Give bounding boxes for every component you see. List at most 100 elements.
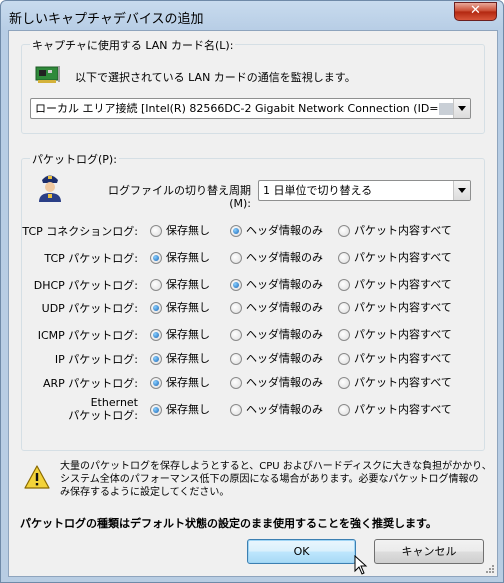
radio-button-icon[interactable] bbox=[150, 279, 162, 291]
log-option-radio[interactable]: 保存無し bbox=[150, 224, 210, 238]
log-option-label: ヘッダ情報のみ bbox=[246, 376, 323, 389]
log-option-label: パケット内容すべて bbox=[354, 278, 452, 291]
log-option-label: 保存無し bbox=[166, 278, 210, 291]
log-option-label: 保存無し bbox=[166, 328, 210, 341]
log-option-label: 保存無し bbox=[166, 251, 210, 264]
cancel-button[interactable]: キャンセル bbox=[374, 539, 484, 564]
chevron-down-icon[interactable] bbox=[453, 181, 470, 200]
log-option-radio[interactable]: ヘッダ情報のみ bbox=[230, 352, 323, 366]
log-row-label: Ethernet パケットログ: bbox=[19, 396, 138, 422]
log-option-radio[interactable]: 保存無し bbox=[150, 251, 210, 265]
log-option-label: パケット内容すべて bbox=[354, 251, 452, 264]
warning-text-line-2: システム全体のパフォーマンス低下の原因になる場合があります。必要なパケットログ情… bbox=[60, 474, 479, 485]
window-title: 新しいキャプチャデバイスの追加 bbox=[9, 12, 204, 27]
close-button[interactable]: ✕ bbox=[454, 2, 497, 21]
log-option-label: ヘッダ情報のみ bbox=[246, 251, 323, 264]
radio-button-icon[interactable] bbox=[230, 302, 242, 314]
log-option-label: ヘッダ情報のみ bbox=[246, 301, 323, 314]
radio-button-icon[interactable] bbox=[338, 404, 350, 416]
radio-button-icon[interactable] bbox=[230, 329, 242, 341]
ok-button[interactable]: OK bbox=[247, 539, 356, 564]
log-row-label: ARP パケットログ: bbox=[42, 377, 138, 390]
log-option-radio[interactable]: パケット内容すべて bbox=[338, 251, 452, 265]
radio-button-icon[interactable] bbox=[230, 225, 242, 237]
rotation-select[interactable]: 1 日単位で切り替える bbox=[258, 180, 471, 201]
radio-button-icon[interactable] bbox=[338, 279, 350, 291]
log-option-label: ヘッダ情報のみ bbox=[246, 278, 323, 291]
police-officer-icon bbox=[39, 175, 61, 202]
radio-button-icon[interactable] bbox=[338, 377, 350, 389]
radio-button-icon[interactable] bbox=[150, 377, 162, 389]
log-option-label: パケット内容すべて bbox=[354, 301, 452, 314]
radio-button-icon[interactable] bbox=[150, 302, 162, 314]
radio-button-icon[interactable] bbox=[150, 329, 162, 341]
log-option-label: 保存無し bbox=[166, 376, 210, 389]
log-row-label: IP パケットログ: bbox=[54, 353, 138, 366]
radio-button-icon[interactable] bbox=[338, 329, 350, 341]
close-icon: ✕ bbox=[470, 3, 481, 18]
log-option-radio[interactable]: パケット内容すべて bbox=[338, 301, 452, 315]
log-option-label: ヘッダ情報のみ bbox=[246, 328, 323, 341]
log-option-radio[interactable]: 保存無し bbox=[150, 403, 210, 417]
log-option-radio[interactable]: パケット内容すべて bbox=[338, 278, 452, 292]
lan-monitor-description: 以下で選択されている LAN カードの通信を監視します。 bbox=[75, 71, 356, 84]
radio-button-icon[interactable] bbox=[230, 353, 242, 365]
radio-button-icon[interactable] bbox=[338, 353, 350, 365]
radio-button-icon[interactable] bbox=[150, 353, 162, 365]
log-option-radio[interactable]: 保存無し bbox=[150, 278, 210, 292]
radio-button-icon[interactable] bbox=[150, 225, 162, 237]
log-row-label: TCP パケットログ: bbox=[44, 252, 138, 265]
log-option-label: ヘッダ情報のみ bbox=[246, 403, 323, 416]
ok-button-label: OK bbox=[293, 545, 310, 558]
log-option-radio[interactable]: ヘッダ情報のみ bbox=[230, 301, 323, 315]
log-option-label: 保存無し bbox=[166, 352, 210, 365]
log-option-radio[interactable]: ヘッダ情報のみ bbox=[230, 278, 323, 292]
lan-card-group-legend: キャプチャに使用する LAN カード名(L): bbox=[30, 37, 236, 53]
log-option-radio[interactable]: ヘッダ情報のみ bbox=[230, 328, 323, 342]
log-option-radio[interactable]: 保存無し bbox=[150, 328, 210, 342]
radio-button-icon[interactable] bbox=[230, 404, 242, 416]
packet-log-group-legend: パケットログ(P): bbox=[30, 151, 119, 167]
log-option-radio[interactable]: パケット内容すべて bbox=[338, 224, 452, 238]
log-option-label: 保存無し bbox=[166, 224, 210, 237]
log-row-label-line-2: パケットログ: bbox=[68, 409, 138, 422]
radio-button-icon[interactable] bbox=[150, 404, 162, 416]
log-option-radio[interactable]: ヘッダ情報のみ bbox=[230, 224, 323, 238]
mouse-cursor-icon bbox=[354, 555, 368, 575]
log-option-label: パケット内容すべて bbox=[354, 376, 452, 389]
title-bar[interactable]: 新しいキャプチャデバイスの追加 ✕ bbox=[1, 1, 503, 31]
resize-grip-icon[interactable] bbox=[485, 564, 495, 574]
radio-button-icon[interactable] bbox=[230, 252, 242, 264]
log-option-radio[interactable]: 保存無し bbox=[150, 301, 210, 315]
recommendation-text: パケットログの種類はデフォルト状態の設定のまま使用することを強く推奨します。 bbox=[20, 517, 437, 530]
log-row-label: TCP コネクションログ: bbox=[22, 225, 138, 238]
radio-button-icon[interactable] bbox=[338, 225, 350, 237]
log-row-label: UDP パケットログ: bbox=[41, 302, 138, 315]
radio-button-icon[interactable] bbox=[338, 302, 350, 314]
chevron-down-icon[interactable] bbox=[453, 99, 470, 118]
log-option-radio[interactable]: パケット内容すべて bbox=[338, 376, 452, 390]
radio-button-icon[interactable] bbox=[150, 252, 162, 264]
radio-button-icon[interactable] bbox=[230, 279, 242, 291]
log-option-label: 保存無し bbox=[166, 403, 210, 416]
log-option-label: パケット内容すべて bbox=[354, 224, 452, 237]
log-option-radio[interactable]: パケット内容すべて bbox=[338, 328, 452, 342]
warning-text-line-1: 大量のパケットログを保存しようとすると、CPU およびハードディスクに大きな負担… bbox=[60, 461, 492, 472]
log-option-radio[interactable]: ヘッダ情報のみ bbox=[230, 251, 323, 265]
radio-button-icon[interactable] bbox=[338, 252, 350, 264]
log-row-label-line-1: Ethernet bbox=[90, 396, 138, 409]
lan-card-select[interactable]: ローカル エリア接続 [Intel(R) 82566DC-2 Gigabit N… bbox=[30, 98, 471, 119]
log-option-label: 保存無し bbox=[166, 301, 210, 314]
log-row-label: DHCP パケットログ: bbox=[33, 279, 138, 292]
lan-card-select-value: ローカル エリア接続 [Intel(R) 82566DC-2 Gigabit N… bbox=[35, 102, 439, 115]
log-option-radio[interactable]: パケット内容すべて bbox=[338, 352, 452, 366]
cancel-button-label: キャンセル bbox=[401, 545, 457, 558]
log-option-radio[interactable]: 保存無し bbox=[150, 352, 210, 366]
log-option-radio[interactable]: 保存無し bbox=[150, 376, 210, 390]
log-option-radio[interactable]: ヘッダ情報のみ bbox=[230, 376, 323, 390]
radio-button-icon[interactable] bbox=[230, 377, 242, 389]
dialog-window: 新しいキャプチャデバイスの追加 ✕ キャプチャに使用する LAN カード名(L)… bbox=[0, 0, 504, 583]
log-option-radio[interactable]: ヘッダ情報のみ bbox=[230, 403, 323, 417]
log-option-label: パケット内容すべて bbox=[354, 352, 452, 365]
log-option-radio[interactable]: パケット内容すべて bbox=[338, 403, 452, 417]
